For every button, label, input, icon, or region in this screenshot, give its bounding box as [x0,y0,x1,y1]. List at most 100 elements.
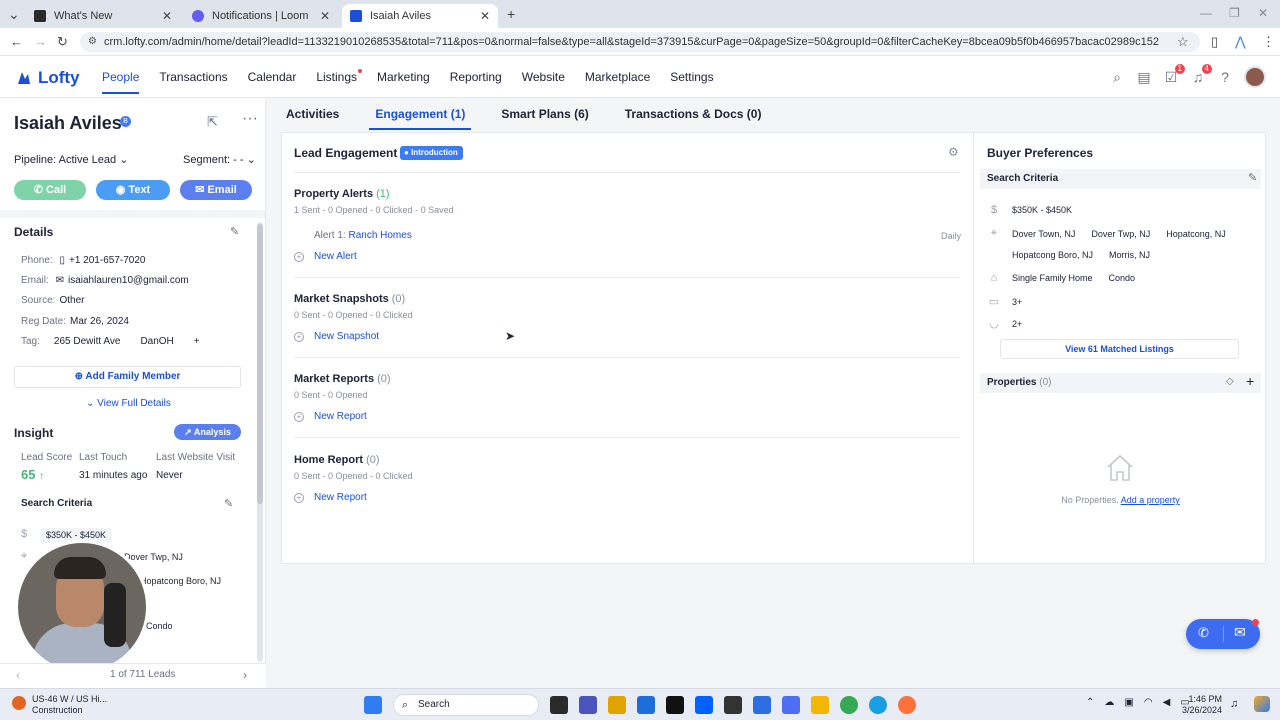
alert-name-link[interactable]: Ranch Homes [348,230,411,241]
app-icon[interactable] [782,696,800,714]
email-button[interactable]: ✉ Email [180,180,252,200]
teams-icon[interactable] [579,696,597,714]
add-property-link[interactable]: Add a property [1121,495,1180,505]
store-icon[interactable] [608,696,626,714]
sidepanel-icon[interactable]: ▯ [1211,34,1218,50]
browser-tab-lead[interactable]: Isaiah Aviles ✕ [342,4,498,28]
new-home-report-button[interactable]: + New Report [294,492,367,503]
app-icon[interactable] [753,696,771,714]
nav-website[interactable]: Website [522,56,565,98]
add-family-member-button[interactable]: ⊕ Add Family Member [14,366,241,388]
nav-settings[interactable]: Settings [670,56,713,98]
gear-icon[interactable]: ⚙ [948,145,959,159]
system-clock[interactable]: 1:46 PM 3/26/2024 [1182,694,1222,716]
view-full-details-link[interactable]: ⌄ View Full Details [86,398,171,409]
minimize-icon[interactable]: — [1200,6,1212,20]
next-lead-icon[interactable]: › [243,668,247,682]
chevron-up-icon[interactable]: ⌃ [1086,697,1094,708]
inbox-icon[interactable]: ▤ [1135,68,1153,86]
edge-icon[interactable] [869,696,887,714]
introduction-badge[interactable]: ● Introduction [400,146,463,160]
back-icon[interactable]: ← [10,34,23,49]
tab-engagement[interactable]: Engagement (1) [369,98,472,130]
tasks-icon[interactable]: ☑ 1 [1162,64,1185,86]
forward-icon[interactable]: → [34,34,47,49]
bookmark-star-icon[interactable]: ☆ [1177,34,1189,50]
amazon-icon[interactable] [666,696,684,714]
file-explorer-icon[interactable] [811,696,829,714]
nav-reporting[interactable]: Reporting [450,56,502,98]
browser-tab-loom[interactable]: Notifications | Loom ✕ [184,4,338,28]
edit-icon[interactable]: ✎ [1248,171,1257,184]
windows-start-icon[interactable] [364,696,382,714]
segment-select[interactable]: Segment: - - ⌄ [183,153,256,166]
extension-icon[interactable]: ⋀ [1235,34,1246,50]
sidebar-scrollbar-thumb[interactable] [257,224,263,504]
link-icon[interactable]: ◇ [1226,376,1234,387]
task-view-icon[interactable] [550,696,568,714]
phone-value[interactable]: +1 201-657-7020 [69,255,145,266]
nav-calendar[interactable]: Calendar [248,56,297,98]
cloud-icon[interactable]: ☁ [1104,697,1114,708]
alert-row[interactable]: Alert 1: Ranch Homes [314,230,412,241]
prev-lead-icon[interactable]: ‹ [16,668,20,682]
analysis-button[interactable]: ↗ Analysis [174,424,241,440]
close-window-icon[interactable]: ✕ [1258,6,1268,20]
close-tab-icon[interactable]: ✕ [480,9,490,23]
new-tab-icon[interactable]: + [507,6,515,22]
nav-people[interactable]: People [102,56,140,98]
copilot-icon[interactable] [1254,696,1270,712]
add-tag-icon[interactable]: + [188,336,206,347]
tab-smart-plans[interactable]: Smart Plans (6) [495,98,594,130]
firefox-icon[interactable] [898,696,916,714]
new-snapshot-button[interactable]: + New Snapshot [294,331,379,342]
tag-chip[interactable]: 265 Dewitt Ave [48,336,127,347]
chat-fab-icon[interactable]: ✉ [1234,624,1246,641]
reload-icon[interactable]: ↻ [57,34,68,50]
text-button[interactable]: ◉ Text [96,180,170,200]
volume-icon[interactable]: ◀ [1163,697,1171,708]
tag-chip[interactable]: DanOH [134,336,179,347]
email-value[interactable]: isaiahlauren10@gmail.com [68,275,189,286]
more-options-icon[interactable]: ··· [242,110,258,128]
url-field[interactable]: ⚙ crm.lofty.com/admin/home/detail?leadId… [80,32,1200,52]
taskbar-search[interactable]: ⌕ Search [393,694,539,716]
tab-transactions-docs[interactable]: Transactions & Docs (0) [619,98,768,130]
new-alert-button[interactable]: + New Alert [294,251,357,262]
nav-marketplace[interactable]: Marketplace [585,56,650,98]
app-icon[interactable] [724,696,742,714]
new-market-report-button[interactable]: + New Report [294,411,367,422]
call-button[interactable]: ✆ Call [14,180,86,200]
nav-marketing[interactable]: Marketing [377,56,430,98]
help-icon[interactable]: ? [1216,68,1234,86]
tab-activities[interactable]: Activities [280,98,345,130]
webcam-overlay[interactable] [15,540,149,674]
browser-menu-icon[interactable]: ⋮ [1262,34,1275,50]
user-avatar[interactable] [1244,66,1266,88]
search-icon[interactable]: ⌕ [1108,68,1126,86]
tab-search-icon[interactable]: ⌄ [8,6,20,23]
browser-tab-whats-new[interactable]: What's New ✕ [26,4,180,28]
mail-app-icon[interactable] [637,696,655,714]
wifi-icon[interactable]: ◠ [1144,697,1153,708]
traffic-widget[interactable]: US-46 W / US Hi... Construction [12,694,107,716]
network-icon[interactable]: ▣ [1124,697,1133,708]
phone-fab-icon[interactable]: ✆ [1198,625,1209,641]
chrome-icon[interactable] [840,696,858,714]
notification-bell-icon[interactable]: ♫ [1230,698,1238,710]
close-tab-icon[interactable]: ✕ [320,9,330,23]
share-icon[interactable]: ⇱ [207,114,218,130]
dropbox-icon[interactable] [695,696,713,714]
lofty-logo[interactable]: Lofty [16,68,80,88]
edit-search-criteria-icon[interactable]: ✎ [224,497,233,510]
site-info-icon[interactable]: ⚙ [88,32,97,52]
bell-icon[interactable]: ♫ 4 [1189,64,1212,86]
nav-listings[interactable]: Listings [316,56,363,98]
nav-transactions[interactable]: Transactions [159,56,227,98]
close-tab-icon[interactable]: ✕ [162,9,172,23]
restore-icon[interactable]: ❐ [1229,6,1240,20]
add-property-icon[interactable]: + [1246,373,1254,389]
edit-details-icon[interactable]: ✎ [230,225,239,238]
view-matched-listings-button[interactable]: View 61 Matched Listings [1000,339,1239,359]
pipeline-select[interactable]: Pipeline: Active Lead ⌄ [14,153,128,166]
